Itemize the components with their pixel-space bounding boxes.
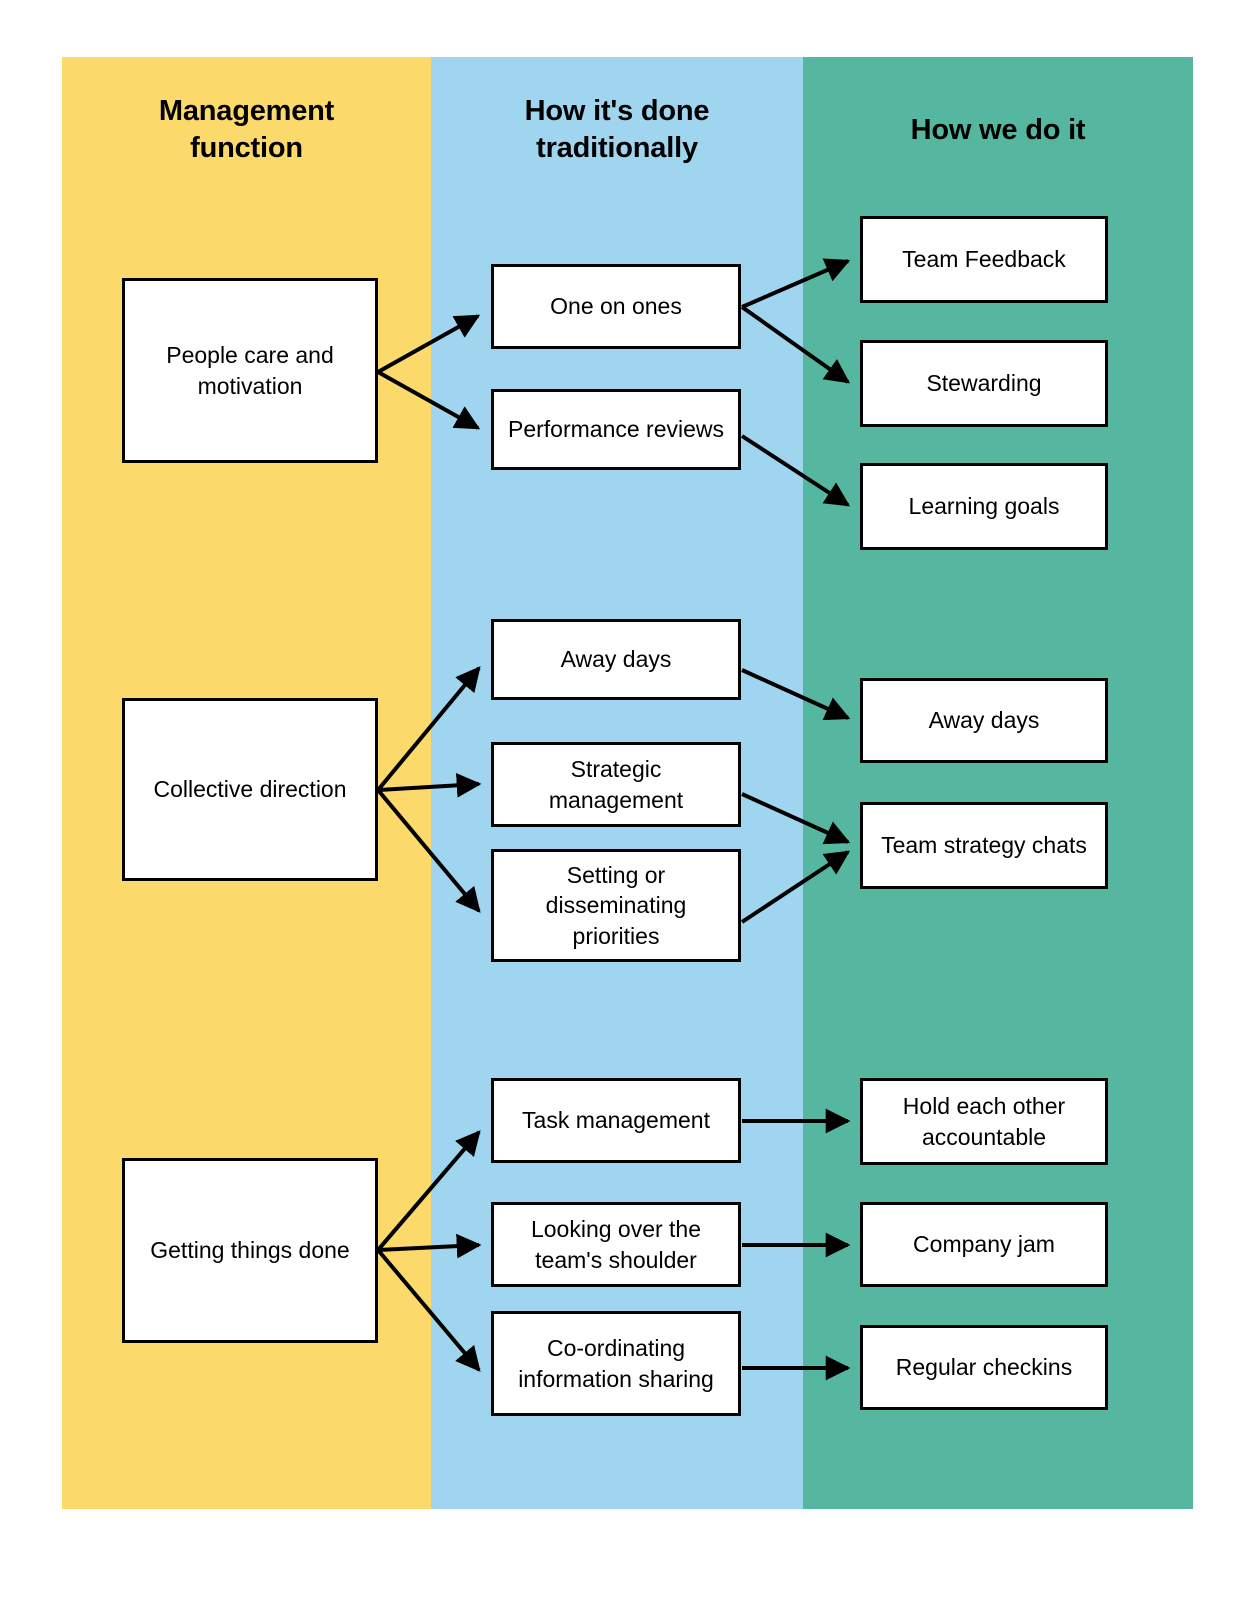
column-header-traditional-line2: traditionally <box>536 132 698 165</box>
node-team-feedback[interactable]: Team Feedback <box>860 216 1108 303</box>
diagram-canvas: Management function How it's done tradit… <box>0 0 1255 1600</box>
column-header-management-line2: function <box>190 132 303 165</box>
column-header-how-we-do-it: How we do it <box>910 114 1086 146</box>
node-setting-or-disseminating-priorities[interactable]: Setting or disseminating priorities <box>491 849 741 962</box>
node-away-days-traditional[interactable]: Away days <box>491 619 741 700</box>
column-header-management: Management function <box>62 93 431 167</box>
column-header-management-line1: Management <box>158 95 335 127</box>
node-stewarding[interactable]: Stewarding <box>860 340 1108 427</box>
column-header-traditional: How it's done traditionally <box>431 93 803 167</box>
node-collective-direction[interactable]: Collective direction <box>122 698 378 881</box>
node-team-strategy-chats[interactable]: Team strategy chats <box>860 802 1108 889</box>
node-hold-each-other-accountable[interactable]: Hold each other accountable <box>860 1078 1108 1165</box>
node-performance-reviews[interactable]: Performance reviews <box>491 389 741 470</box>
node-regular-checkins[interactable]: Regular checkins <box>860 1325 1108 1410</box>
node-getting-things-done[interactable]: Getting things done <box>122 1158 378 1343</box>
node-task-management[interactable]: Task management <box>491 1078 741 1163</box>
node-people-care-and-motivation[interactable]: People care and motivation <box>122 278 378 463</box>
node-company-jam[interactable]: Company jam <box>860 1202 1108 1287</box>
node-one-on-ones[interactable]: One on ones <box>491 264 741 349</box>
column-header-traditional-line1: How it's done <box>524 95 710 127</box>
node-away-days-ours[interactable]: Away days <box>860 678 1108 763</box>
node-looking-over-the-teams-shoulder[interactable]: Looking over the team's shoulder <box>491 1202 741 1287</box>
node-co-ordinating-information-sharing[interactable]: Co-ordinating information sharing <box>491 1311 741 1416</box>
node-strategic-management[interactable]: Strategic management <box>491 742 741 827</box>
node-learning-goals[interactable]: Learning goals <box>860 463 1108 550</box>
